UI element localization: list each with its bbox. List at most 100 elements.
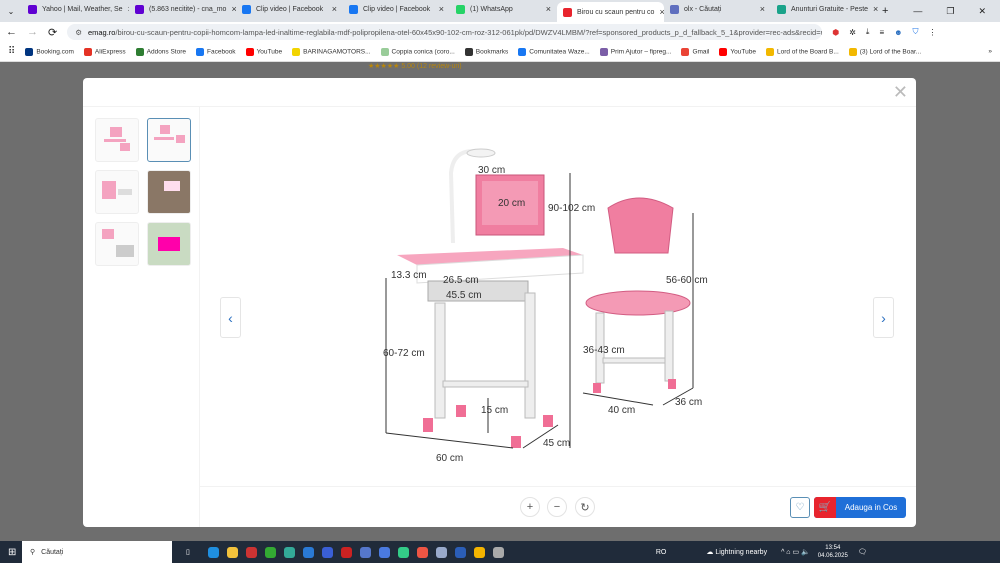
dim-label: 20 cm xyxy=(498,198,525,209)
taskbar-app-icon[interactable] xyxy=(378,546,390,558)
extension-icon[interactable]: ⬢ xyxy=(832,28,839,37)
clock[interactable]: 13:54 04.06.2025 xyxy=(818,544,848,560)
apps-icon[interactable]: ⠿ xyxy=(8,46,15,57)
bookmark-item[interactable]: YouTube xyxy=(245,47,282,56)
tab[interactable]: Anunturi Gratuite - Peste × xyxy=(771,0,878,18)
close-tab-icon[interactable]: × xyxy=(546,4,551,14)
bookmark-icon xyxy=(681,47,690,56)
taskbar-app-icon[interactable] xyxy=(359,546,371,558)
tab[interactable]: Clip video | Facebook × xyxy=(236,0,343,18)
tab[interactable]: Birou cu scaun pentru co × xyxy=(557,2,664,22)
reload-icon[interactable]: ⟳ xyxy=(48,26,57,39)
tab[interactable]: (5.863 necitite) - cna_mo × xyxy=(129,0,236,18)
bookmark-icon xyxy=(25,47,34,56)
close-tab-icon[interactable]: × xyxy=(439,4,444,14)
taskbar-app-icon[interactable] xyxy=(264,546,276,558)
taskbar-app-icon[interactable] xyxy=(473,546,485,558)
taskbar-app-icon[interactable] xyxy=(245,546,257,558)
tab-title: Anunturi Gratuite - Peste xyxy=(791,5,869,13)
bookmark-item[interactable]: Bookmarks xyxy=(464,47,508,56)
url-input[interactable]: ⚙ emag.ro/birou-cu-scaun-pentru-copii-hom… xyxy=(67,24,823,40)
notifications-icon[interactable]: 🗨 xyxy=(858,548,867,556)
bookmark-item[interactable]: Facebook xyxy=(196,47,236,56)
bookmark-item[interactable]: Gmail xyxy=(681,47,709,56)
taskbar-app-icon[interactable] xyxy=(321,546,333,558)
taskbar-app-icon[interactable] xyxy=(492,546,504,558)
thumbnail-selected[interactable] xyxy=(147,118,191,162)
task-view-icon[interactable]: ▯ xyxy=(186,548,190,556)
bookmark-item[interactable]: Coppia conica (coro... xyxy=(380,47,455,56)
thumbnail[interactable] xyxy=(95,170,139,214)
taskbar-app-icon[interactable] xyxy=(454,546,466,558)
bookmark-item[interactable]: (3) Lord of the Boar... xyxy=(848,47,921,56)
taskbar-app-icon[interactable] xyxy=(397,546,409,558)
close-window-icon[interactable]: ✕ xyxy=(978,6,986,17)
taskbar-app-icon[interactable] xyxy=(416,546,428,558)
next-image-button[interactable]: › xyxy=(873,297,894,338)
more-bookmarks-icon[interactable]: » xyxy=(988,48,992,55)
product-rating: ★★★★★ 5.00 (12 review-uri) xyxy=(368,63,462,70)
bookmark-icon xyxy=(135,47,144,56)
add-to-cart-button[interactable]: 🛒 Adauga in Cos xyxy=(814,497,906,518)
menu-icon[interactable]: ⋮ xyxy=(929,28,937,37)
close-icon[interactable]: ✕ xyxy=(893,82,908,103)
tab-favicon-icon xyxy=(777,4,786,14)
bookmark-item[interactable]: Booking.com xyxy=(25,47,74,56)
bookmark-icon xyxy=(765,47,774,56)
taskbar-app-icon[interactable] xyxy=(435,546,447,558)
tab-title: Birou cu scaun pentru co xyxy=(577,8,655,16)
shield-icon[interactable]: ⛉ xyxy=(913,27,919,37)
taskbar-search[interactable]: ⚲ Căutați xyxy=(22,541,172,563)
new-tab-button[interactable]: + xyxy=(882,5,888,17)
extensions-puzzle-icon[interactable]: ✲ xyxy=(849,28,856,37)
close-tab-icon[interactable]: × xyxy=(873,4,878,14)
forward-icon[interactable]: → xyxy=(27,26,38,38)
bookmarks-bar: ⠿ Booking.com AliExpress Addons Store Faceb… xyxy=(0,42,1000,62)
image-gallery-modal: ✕ ‹ › 30 cm 20 cm 90-102 cm 13.3 cm 26.5… xyxy=(83,78,916,527)
close-tab-icon[interactable]: × xyxy=(332,4,337,14)
language-indicator[interactable]: RO xyxy=(656,549,667,556)
taskbar-app-icon[interactable] xyxy=(283,546,295,558)
bookmark-item[interactable]: BARINAGAMOTORS... xyxy=(292,47,371,56)
bookmark-item[interactable]: Lord of the Board B... xyxy=(765,47,839,56)
restore-icon[interactable]: ❐ xyxy=(946,6,954,17)
favorite-button[interactable]: ♡ xyxy=(790,497,810,518)
prev-image-button[interactable]: ‹ xyxy=(220,297,241,338)
tab[interactable]: olx - Căutați × xyxy=(664,0,771,18)
bookmark-item[interactable]: YouTube xyxy=(719,47,756,56)
windows-start-icon[interactable]: ⊞ xyxy=(8,547,16,558)
minimize-icon[interactable]: — xyxy=(913,6,922,17)
tab[interactable]: (1) WhatsApp × xyxy=(450,0,557,18)
tab[interactable]: Clip video | Facebook × xyxy=(343,0,450,18)
media-icon[interactable]: ≡ xyxy=(879,28,884,37)
bookmark-icon xyxy=(719,47,728,56)
reset-zoom-button[interactable]: ↻ xyxy=(575,497,595,517)
site-info-icon[interactable]: ⚙ xyxy=(75,28,82,37)
bookmark-item[interactable]: AliExpress xyxy=(83,47,126,56)
profile-icon[interactable]: ☻ xyxy=(894,28,902,37)
back-icon[interactable]: ← xyxy=(6,26,17,38)
bookmark-icon xyxy=(292,47,301,56)
zoom-in-button[interactable]: + xyxy=(520,497,540,517)
tab[interactable]: Yahoo | Mail, Weather, Se× xyxy=(22,0,129,18)
tray-icons[interactable]: ^ ⌂ ▭ 🔈 xyxy=(781,548,810,556)
tab-favicon-icon xyxy=(563,7,572,17)
zoom-out-button[interactable]: − xyxy=(547,497,567,517)
bookmark-item[interactable]: Addons Store xyxy=(135,47,186,56)
thumbnail[interactable] xyxy=(147,222,191,266)
download-icon[interactable]: ⤓ xyxy=(866,27,870,37)
thumbnail[interactable] xyxy=(95,222,139,266)
thumbnail[interactable] xyxy=(95,118,139,162)
taskbar-app-icon[interactable] xyxy=(226,546,238,558)
thumbnail[interactable] xyxy=(147,170,191,214)
taskbar-app-icon[interactable] xyxy=(302,546,314,558)
taskbar-app-icon[interactable] xyxy=(340,546,352,558)
bookmark-icon xyxy=(380,47,389,56)
tab-search-icon[interactable]: ⌄ xyxy=(0,7,22,16)
taskbar-app-icon[interactable] xyxy=(207,546,219,558)
weather-widget[interactable]: ☁ Lightning nearby xyxy=(706,548,767,556)
bookmark-item[interactable]: Prim Ajutor – fipreg... xyxy=(599,47,671,56)
close-tab-icon[interactable]: × xyxy=(760,4,765,14)
tab-title: olx - Căutați xyxy=(684,5,722,13)
bookmark-item[interactable]: Comunitatea Waze... xyxy=(518,47,590,56)
